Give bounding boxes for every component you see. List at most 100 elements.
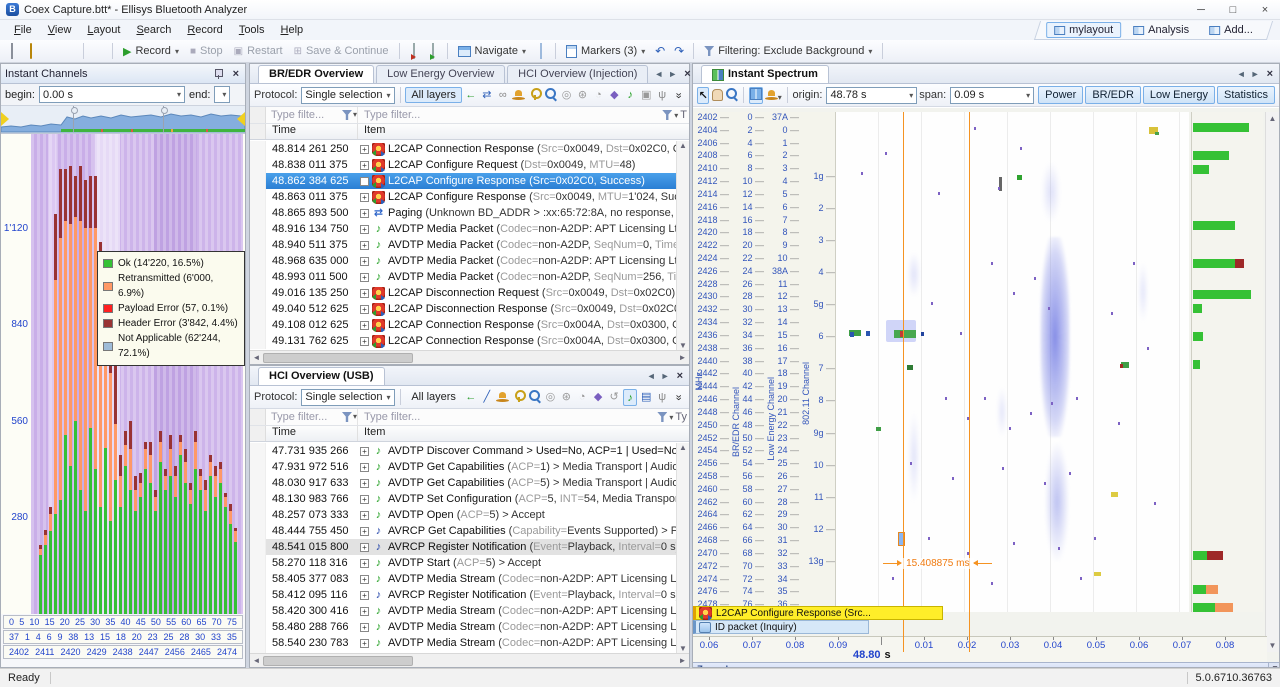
piconet-icon[interactable] [512,87,526,104]
menu-item-search[interactable]: Search [128,22,179,38]
radio-icon[interactable]: ▤ [639,389,653,406]
expand-icon[interactable]: + [360,161,369,170]
minimize-button[interactable]: ─ [1192,4,1210,16]
back-icon[interactable]: ← [464,389,478,406]
layout-tab-Add[interactable]: Add... [1201,22,1261,38]
close-tab-icon[interactable]: × [675,370,685,382]
scroll-down-icon[interactable]: ▾ [1268,663,1279,667]
table-row[interactable]: 48.838 011 375+L2CAP Configure Request (… [250,157,689,173]
accent-icon[interactable]: ◆ [591,389,605,406]
vertical-scrollbar[interactable]: ▲▼ [676,443,689,653]
accent-icon[interactable]: ◆ [607,87,621,104]
expand-icon[interactable]: + [360,559,369,568]
expand-icon[interactable]: + [360,479,369,488]
origin-select[interactable]: 48.78 s▾ [826,87,917,104]
close-tab-icon[interactable]: × [1265,68,1275,80]
table-row[interactable]: 58.420 300 416+♪AVDTP Media Stream (Code… [250,603,689,619]
span-select[interactable]: 0.09 s▾ [950,87,1034,104]
time-cursor[interactable] [903,112,904,652]
key-icon[interactable] [528,87,542,104]
markers-button[interactable]: Markers (3)▾ [562,42,649,61]
expand-icon[interactable]: + [360,591,369,600]
table-row[interactable]: 48.541 015 800+♪AVRCP Register Notificat… [250,539,689,555]
process-icon[interactable]: ⊛ [576,87,590,104]
menu-item-view[interactable]: View [40,22,80,38]
expand-icon[interactable]: + [360,241,369,250]
timeline-overview[interactable] [1,106,245,134]
view-toggle-low-energy[interactable]: Low Energy [1143,86,1215,104]
expand-icon[interactable]: + [360,623,369,632]
expand-icon[interactable]: + [360,639,369,648]
item-column-header[interactable]: Item [358,426,689,441]
tab-scroll-left-icon[interactable]: ◄ [654,69,663,79]
toolbar-overflow-icon[interactable]: » [670,88,687,102]
table-row[interactable]: 48.968 635 000+♪AVDTP Media Packet (Code… [250,253,689,269]
table-row[interactable]: 49.108 012 625+L2CAP Connection Response… [250,317,689,333]
layout-tab-mylayout[interactable]: mylayout [1046,22,1121,38]
all-layers-button[interactable]: All layers [405,389,462,405]
tab-instant-spectrum[interactable]: Instant Spectrum [701,65,829,83]
columns-view-icon[interactable] [749,87,763,104]
table-row[interactable]: 48.940 511 375+♪AVDTP Media Packet (Code… [250,237,689,253]
expand-icon[interactable]: + [360,289,369,298]
search-icon[interactable] [528,389,542,406]
process-icon[interactable]: ⊛ [559,389,573,406]
find-icon[interactable] [90,43,106,59]
tab-scroll-right-icon[interactable]: ► [1251,69,1260,79]
close-button[interactable]: × [1256,4,1274,16]
menu-item-record[interactable]: Record [179,22,230,38]
pin-icon[interactable] [213,69,223,79]
expand-icon[interactable]: + [360,527,369,536]
tab-low-energy-overview[interactable]: Low Energy Overview [376,65,505,83]
menu-item-tools[interactable]: Tools [231,22,273,38]
table-row[interactable]: 48.444 755 450+♪AVRCP Get Capabilities (… [250,523,689,539]
time-filter-input[interactable]: Type filter...▾ [266,409,358,425]
voice-icon[interactable]: ◎ [560,87,574,104]
view-toggle-br-edr[interactable]: BR/EDR [1085,86,1141,104]
music-icon[interactable]: ♪ [623,87,637,104]
expand-icon[interactable]: + [360,575,369,584]
table-row[interactable]: 48.865 893 500+⇄Paging (Unknown BD_ADDR … [250,205,689,221]
begin-select[interactable]: 0.00 s▾ [39,86,185,103]
table-row[interactable]: 47.931 972 516+♪AVDTP Get Capabilities (… [250,459,689,475]
options-globe-icon[interactable] [889,43,905,59]
expand-icon[interactable]: + [360,145,369,154]
time-column-header[interactable]: Time [266,426,358,441]
search-icon[interactable] [544,87,558,104]
item-column-header[interactable]: Item [358,124,689,139]
navigate-button[interactable]: Navigate▾ [454,42,530,61]
protocol-select[interactable]: Single selection▾ [301,389,394,406]
menu-item-file[interactable]: File [6,22,40,38]
tab-scroll-right-icon[interactable]: ► [668,69,677,79]
goto-icon[interactable] [533,43,549,59]
end-select[interactable]: ▾ [214,86,230,103]
save-icon[interactable] [42,43,58,59]
tab-scroll-right-icon[interactable]: ► [661,371,670,381]
injection-red-icon[interactable] [406,43,422,59]
undo-icon[interactable]: ↺ [607,389,621,406]
previous-marker-icon[interactable]: ↶ [652,43,668,59]
layout-tab-Analysis[interactable]: Analysis [1125,22,1197,38]
pan-tool-icon[interactable] [711,87,723,104]
zoom-tool-icon[interactable] [725,87,738,104]
all-layers-button[interactable]: All layers [405,87,462,103]
scroll-right-marker[interactable] [237,112,245,126]
expand-icon[interactable]: + [360,511,369,520]
filtering-button[interactable]: Filtering: Exclude Background▾ [700,43,876,59]
item-filter-input[interactable]: Type filter... [358,411,657,423]
new-file-icon[interactable] [4,43,20,59]
time-cursor[interactable] [969,112,970,652]
expand-icon[interactable]: + [360,193,369,202]
clock-icon[interactable]: ◔ [591,87,605,104]
expand-icon[interactable]: + [360,257,369,266]
music-icon[interactable]: ♪ [623,389,637,406]
table-row[interactable]: 58.270 118 316+♪AVDTP Start (ACP=5) > Ac… [250,555,689,571]
tab-hci-overview-usb-[interactable]: HCI Overview (USB) [258,367,385,385]
next-marker-icon[interactable]: ↷ [671,43,687,59]
table-row[interactable]: 48.863 011 375+L2CAP Configure Response … [250,189,689,205]
zoom-bar[interactable]: Zoom bar ▾ [693,662,1279,667]
expand-icon[interactable]: + [360,495,369,504]
tab-scroll-left-icon[interactable]: ◄ [647,371,656,381]
clock-icon[interactable]: ◔ [575,389,589,406]
expand-icon[interactable]: + [360,321,369,330]
